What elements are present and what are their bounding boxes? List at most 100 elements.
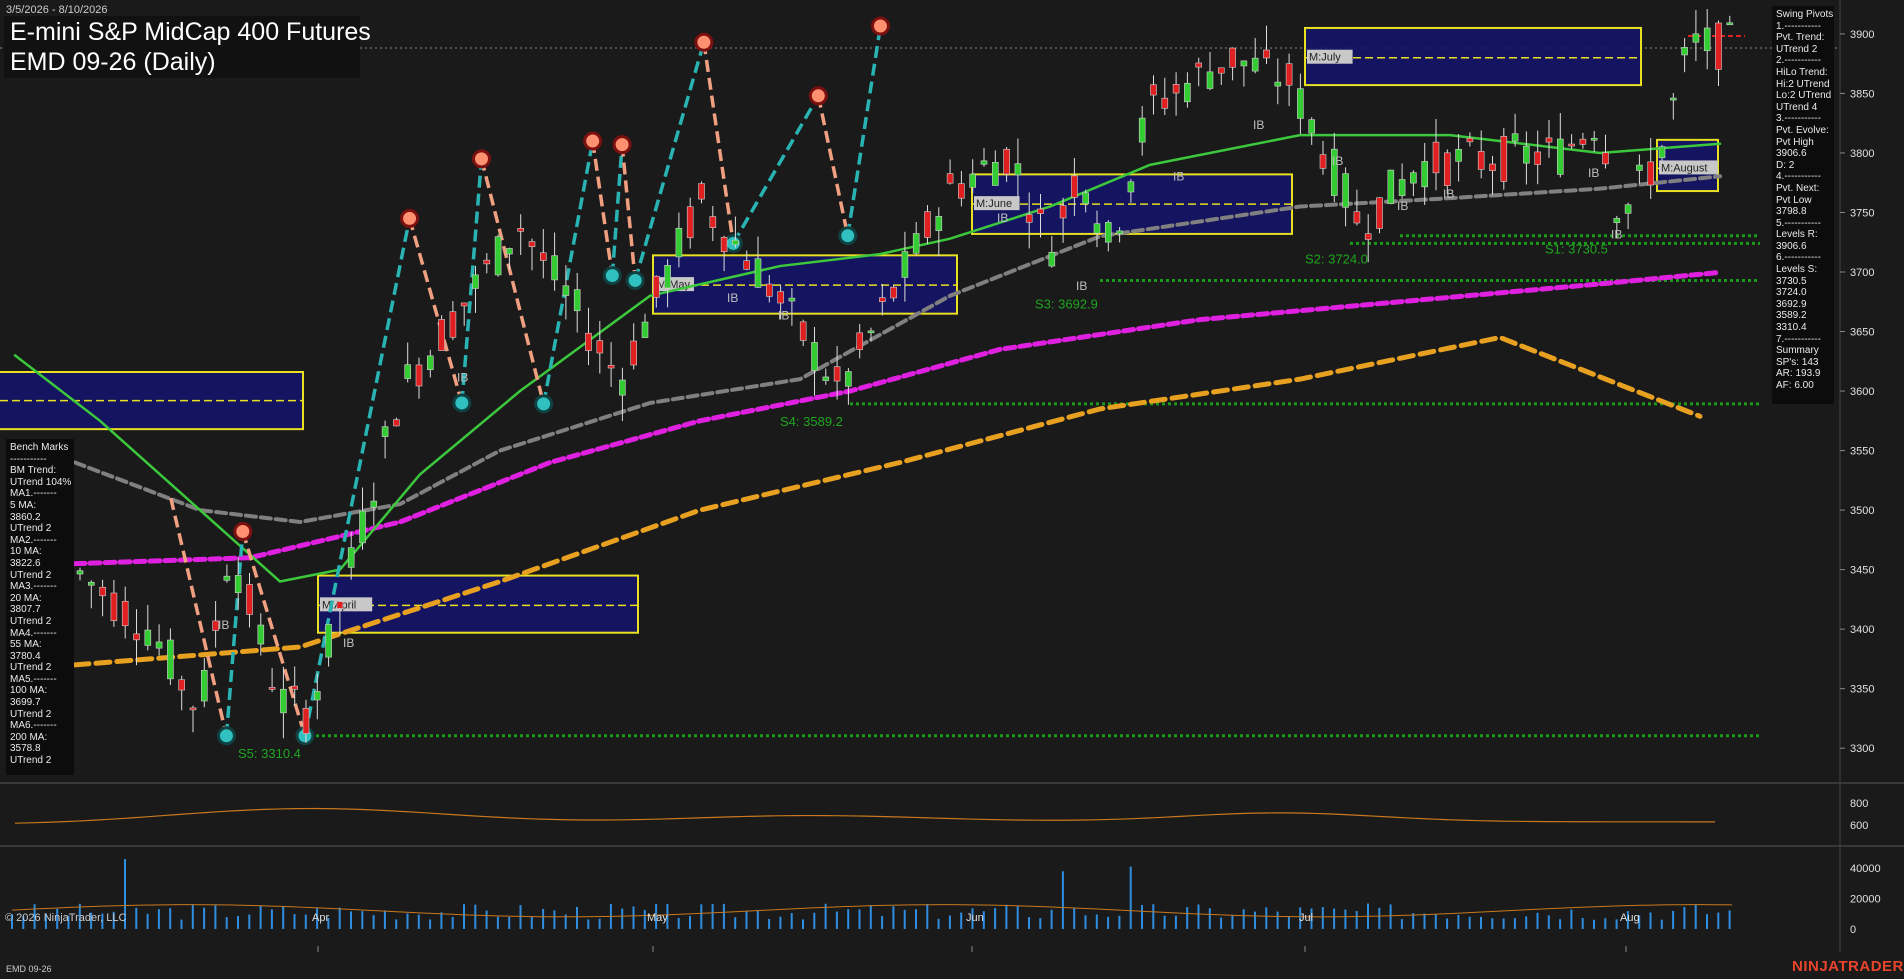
candle-body — [449, 311, 457, 338]
bench-marks-panel: Bench Marks ----------- BM Trend: UTrend… — [6, 439, 74, 775]
candle-body — [1184, 82, 1191, 103]
month-label: Aug — [1620, 912, 1640, 924]
support-label: S2: 3724.0 — [1305, 251, 1368, 266]
ib-label: IB — [1588, 166, 1599, 180]
candle-body — [1229, 47, 1236, 68]
ib-label: IB — [1076, 279, 1087, 293]
candle-body — [585, 332, 592, 351]
candle-body — [675, 227, 683, 258]
candle-body — [958, 183, 965, 199]
candle-body — [878, 297, 886, 302]
candle-body — [1670, 97, 1677, 101]
candle-body — [426, 355, 434, 371]
candle-body — [1726, 22, 1734, 26]
price-tick-label: 3400 — [1850, 624, 1874, 636]
candle-body — [765, 283, 773, 297]
price-tick-label: 3850 — [1850, 88, 1874, 100]
price-tick-label: 3500 — [1850, 505, 1874, 517]
vol-tick-label: 40000 — [1850, 863, 1881, 875]
candle-body — [1342, 173, 1349, 208]
candle-body — [1511, 133, 1519, 142]
footer-symbol: EMD 09-26 — [6, 964, 52, 974]
month-label: Jun — [966, 912, 984, 924]
ib-label: IB — [218, 618, 229, 632]
candle-body — [1500, 136, 1508, 182]
candle-body — [1613, 218, 1621, 223]
candle-body — [1703, 27, 1711, 52]
candle-body — [1364, 233, 1372, 240]
candle-body — [652, 275, 660, 298]
candle-body — [415, 364, 423, 387]
candle-body — [991, 162, 999, 186]
candle-body — [698, 183, 705, 200]
osc-tick-label: 800 — [1850, 798, 1868, 810]
ib-label: IB — [457, 371, 468, 385]
swing-low-marker — [838, 226, 858, 246]
month-label: Apr — [312, 912, 329, 924]
candle-body — [1636, 164, 1643, 171]
brand-logo: NINJATRADER — [1792, 958, 1904, 975]
title-box: E-mini S&P MidCap 400 Futures EMD 09-26 … — [4, 16, 371, 78]
candle-body — [88, 581, 95, 586]
swing-low-marker — [452, 393, 472, 413]
candle-body — [1297, 88, 1304, 119]
ib-label: IB — [1332, 154, 1343, 168]
candle-body — [1037, 208, 1044, 214]
vol-tick-label: 0 — [1850, 924, 1856, 936]
candle-body — [799, 321, 807, 341]
candle-body — [1421, 161, 1428, 188]
candle-body — [867, 330, 875, 334]
candle-body — [1692, 33, 1700, 43]
candle-body — [619, 379, 626, 396]
swing-high-marker — [400, 208, 420, 228]
candle-body — [99, 586, 106, 597]
price-tick-label: 3550 — [1850, 446, 1874, 458]
candle-body — [754, 258, 762, 288]
candle-body — [438, 319, 445, 351]
candle-body — [1376, 197, 1383, 229]
candle-body — [890, 286, 897, 299]
candle-body — [1489, 163, 1496, 171]
date-range: 3/5/2026 - 8/10/2026 — [6, 4, 108, 16]
candle-body — [246, 584, 253, 615]
candle-body — [291, 685, 299, 690]
candle-body — [777, 291, 784, 304]
candle-body — [732, 239, 739, 246]
candle-body — [641, 321, 649, 338]
monthly-box — [1304, 26, 1642, 87]
candle-body — [1240, 60, 1248, 67]
ib-label: IB — [1443, 187, 1454, 201]
candle-body — [1523, 145, 1530, 164]
price-tick-label: 3650 — [1850, 327, 1874, 339]
ib-label: IB — [727, 291, 738, 305]
candle-body — [1590, 137, 1598, 141]
swing-low-marker — [602, 266, 622, 286]
candle-body — [1715, 22, 1722, 70]
candle-body — [325, 624, 332, 658]
candle-body — [1353, 211, 1361, 224]
chart-canvas[interactable]: M:AprilM:MayM:JuneM:JulyM:AugustS1: 3730… — [0, 0, 1904, 979]
candle-body — [1410, 172, 1417, 184]
candle-body — [393, 419, 400, 427]
candle-body — [201, 669, 208, 702]
instrument-title: E-mini S&P MidCap 400 Futures — [10, 18, 371, 46]
candle-body — [121, 600, 129, 627]
candle-body — [856, 332, 864, 350]
candle-body — [924, 211, 931, 238]
swing-high-marker — [808, 86, 828, 106]
swing-pivots-panel: Swing Pivots 1.----------- Pvt. Trend: U… — [1772, 6, 1834, 404]
candle-body — [1658, 146, 1666, 159]
candle-body — [980, 160, 988, 165]
swing-high-marker — [233, 522, 253, 542]
candle-body — [234, 575, 242, 594]
candle-body — [1274, 81, 1282, 87]
candle-body — [822, 376, 830, 381]
candle-body — [1387, 169, 1395, 204]
candle-body — [178, 679, 185, 691]
candle-body — [969, 173, 977, 188]
ib-label: IB — [1173, 169, 1184, 183]
candle-body — [1071, 175, 1078, 198]
candle-body — [133, 633, 140, 641]
candle-body — [506, 248, 513, 255]
candle-body — [167, 639, 174, 680]
